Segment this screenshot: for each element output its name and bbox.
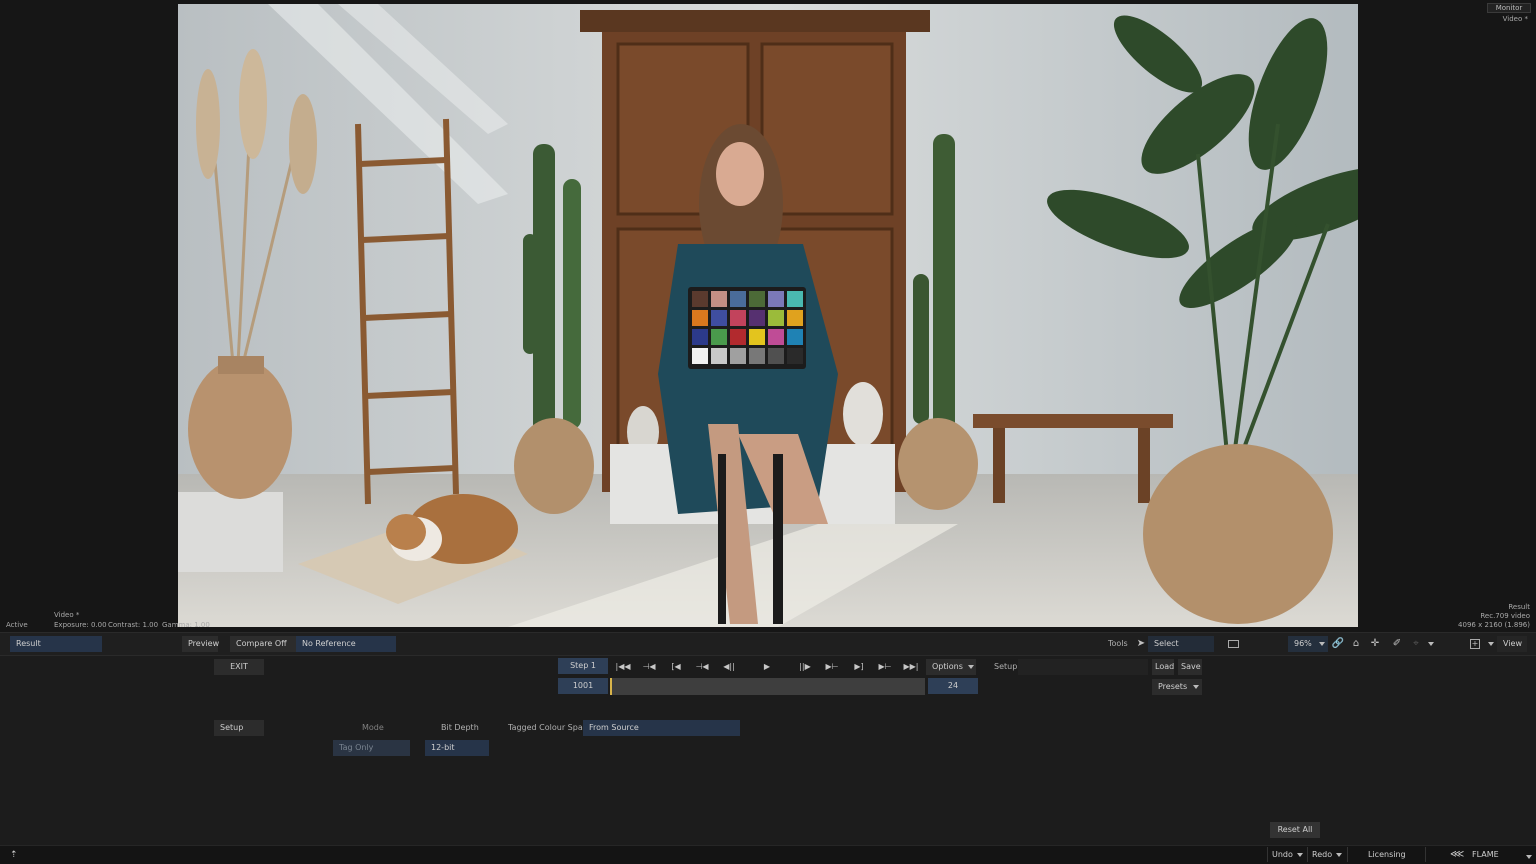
expand-icon[interactable]: ⇡	[10, 849, 18, 861]
reset-all-button[interactable]: Reset All	[1270, 822, 1320, 838]
checker-patch	[711, 310, 727, 326]
bit-depth-field[interactable]: 12-bit	[425, 740, 489, 756]
viewer-image[interactable]	[178, 4, 1358, 627]
compare-button[interactable]: Compare Off	[230, 636, 296, 652]
move-icon[interactable]: ✛	[1368, 637, 1382, 651]
prev-keyframe-icon[interactable]: ⊣◀	[638, 659, 660, 674]
checker-patch	[730, 310, 746, 326]
view-button[interactable]: View	[1497, 636, 1527, 652]
goto-end-icon[interactable]: ▶▶|	[900, 659, 922, 674]
checker-patch	[749, 348, 765, 364]
checker-patch	[711, 348, 727, 364]
load-button[interactable]: Load	[1152, 659, 1174, 675]
checker-patch	[730, 348, 746, 364]
select-tool[interactable]: Select	[1148, 636, 1214, 652]
status-bar	[0, 845, 1536, 864]
exit-button[interactable]: EXIT	[214, 659, 264, 675]
overlay-status: Active	[6, 621, 28, 629]
checker-patch	[768, 329, 784, 345]
overlay-exposure: Exposure: 0.00	[54, 621, 107, 629]
checker-patch	[730, 329, 746, 345]
result-selector[interactable]: Result	[10, 636, 102, 652]
overlay-video: Video *	[54, 611, 80, 619]
frame-icon[interactable]	[1226, 637, 1240, 651]
checker-patch	[749, 329, 765, 345]
home-icon[interactable]: ⌂	[1349, 637, 1363, 651]
crosshair-icon[interactable]: ⌖	[1409, 637, 1423, 651]
tools-label: Tools	[1108, 639, 1128, 648]
flame-logo-icon: ⋘	[1450, 849, 1465, 860]
divider	[1307, 847, 1308, 862]
cursor-icon[interactable]: ➤	[1134, 637, 1148, 651]
eyedropper-icon[interactable]: ✐	[1390, 637, 1404, 651]
undo-chevron-icon[interactable]	[1297, 853, 1303, 857]
play-icon[interactable]: ▶	[756, 659, 778, 674]
checker-patch	[749, 310, 765, 326]
frame-end-field[interactable]: 24	[928, 678, 978, 694]
overlay-result: Result	[1508, 603, 1530, 611]
goto-start-icon[interactable]: |◀◀	[612, 659, 634, 674]
mode-field[interactable]: Tag Only	[333, 740, 410, 756]
brand-label: FLAME	[1472, 850, 1499, 859]
prev-mark-icon[interactable]: ⊣◀	[691, 659, 713, 674]
goto-in-icon[interactable]: [◀	[665, 659, 687, 674]
bit-depth-label: Bit Depth	[441, 723, 479, 732]
checker-patch	[730, 291, 746, 307]
monitor-button[interactable]: Monitor	[1487, 3, 1531, 13]
frame-start-field[interactable]: 1001	[558, 678, 608, 694]
mode-label: Mode	[362, 723, 384, 732]
setup-name-field[interactable]	[1018, 659, 1148, 675]
save-button[interactable]: Save	[1178, 659, 1202, 675]
options-chevron-icon[interactable]	[968, 665, 974, 669]
video-overlay-label: Video *	[1502, 15, 1528, 23]
tools-chevron-icon[interactable]	[1428, 642, 1434, 646]
add-view-icon[interactable]: +	[1468, 637, 1482, 651]
presets-chevron-icon[interactable]	[1193, 685, 1199, 689]
reference-selector[interactable]: No Reference	[296, 636, 396, 652]
checker-patch	[711, 329, 727, 345]
setup-tab-button[interactable]: Setup	[214, 720, 264, 736]
checker-patch	[692, 348, 708, 364]
step-back-icon[interactable]: ◀||	[718, 659, 740, 674]
checker-patch	[711, 291, 727, 307]
scene-image	[178, 4, 1358, 627]
divider	[1347, 847, 1348, 862]
link-icon[interactable]: 🔗	[1331, 637, 1345, 651]
undo-button[interactable]: Undo	[1272, 849, 1293, 861]
checker-patch	[768, 291, 784, 307]
preview-button[interactable]: Preview	[182, 636, 219, 652]
checker-patch	[787, 310, 803, 326]
playhead[interactable]	[610, 678, 612, 695]
redo-button[interactable]: Redo	[1312, 849, 1332, 861]
overlay-contrast: Contrast: 1.00	[108, 621, 159, 629]
tagged-colour-space-field[interactable]: From Source	[583, 720, 740, 736]
checker-patch	[749, 291, 765, 307]
licensing-button[interactable]: Licensing	[1368, 849, 1406, 861]
step-selector[interactable]: Step 1	[558, 658, 608, 674]
checker-patch	[692, 291, 708, 307]
checker-patch	[787, 291, 803, 307]
overlay-resolution: 4096 x 2160 (1.896)	[1458, 621, 1530, 629]
divider	[1267, 847, 1268, 862]
next-keyframe-icon[interactable]: ▶⊢	[874, 659, 896, 674]
overlay-colour-space: Rec.709 video	[1480, 612, 1530, 620]
view-chevron-icon[interactable]	[1488, 642, 1494, 646]
timeline-bar[interactable]	[610, 678, 925, 695]
checker-patch	[768, 310, 784, 326]
tagged-colour-space-label: Tagged Colour Space	[508, 723, 593, 732]
goto-out-icon[interactable]: ▶]	[848, 659, 870, 674]
checker-patch	[787, 329, 803, 345]
next-mark-icon[interactable]: ▶⊢	[821, 659, 843, 674]
zoom-chevron-icon[interactable]	[1319, 642, 1325, 646]
step-forward-icon[interactable]: ||▶	[794, 659, 816, 674]
setup-label: Setup	[994, 662, 1018, 671]
checker-patch	[692, 329, 708, 345]
checker-patch	[692, 310, 708, 326]
checker-patch	[787, 348, 803, 364]
redo-chevron-icon[interactable]	[1336, 853, 1342, 857]
divider	[1425, 847, 1426, 862]
overlay-gamma: Gamma: 1.00	[162, 621, 210, 629]
menu-chevron-icon[interactable]	[1526, 855, 1532, 859]
checker-patch	[768, 348, 784, 364]
